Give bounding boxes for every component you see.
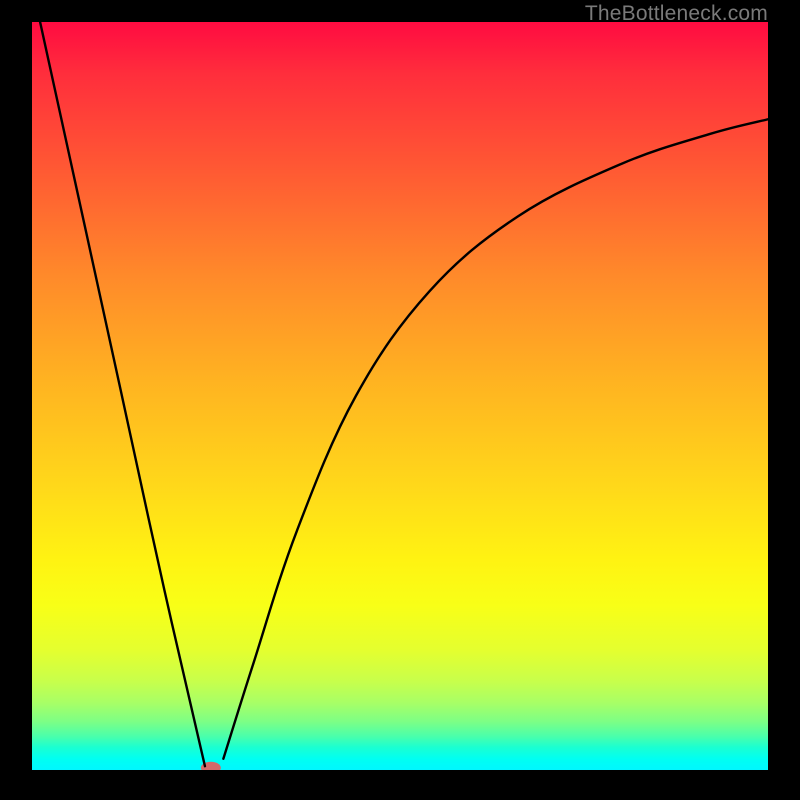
chart-frame: TheBottleneck.com bbox=[0, 0, 800, 800]
bottleneck-curve-right bbox=[223, 119, 768, 759]
curve-layer bbox=[32, 22, 768, 770]
bottleneck-curve-left bbox=[40, 22, 205, 766]
plot-area bbox=[32, 22, 768, 770]
